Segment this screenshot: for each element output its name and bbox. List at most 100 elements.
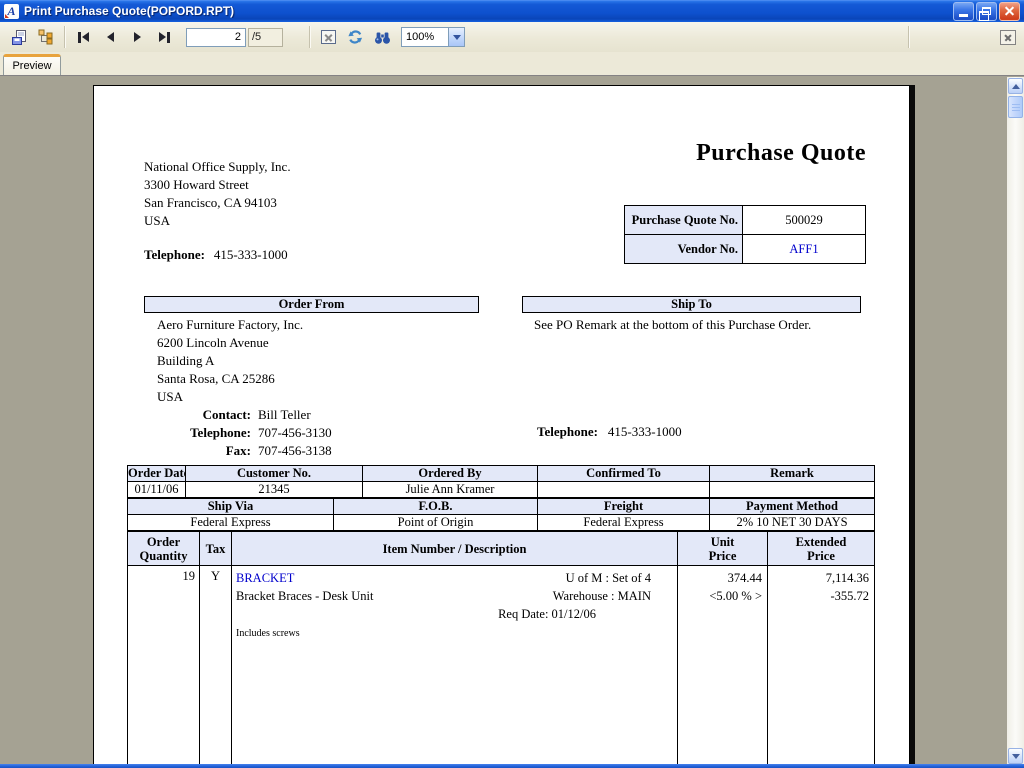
table-row: OrderQuantity Tax Item Number / Descript…: [128, 532, 875, 566]
table-row: Order Date Customer No. Ordered By Confi…: [128, 466, 875, 482]
scrollbar-thumb[interactable]: [1008, 96, 1023, 118]
company-telephone: Telephone:415-333-1000: [144, 247, 288, 263]
export-report-button[interactable]: [6, 25, 33, 49]
close-button[interactable]: [999, 2, 1020, 21]
toolbar-separator: [64, 26, 66, 48]
tab-preview[interactable]: Preview: [3, 54, 61, 75]
toolbar: /5 100%: [0, 22, 1024, 52]
fob: Point of Origin: [334, 515, 538, 531]
stop-icon: [321, 30, 336, 44]
confirmed-to: [538, 482, 710, 498]
item-tax-flag: Y: [200, 566, 232, 768]
chevron-down-icon: [453, 35, 461, 40]
close-icon: [1003, 5, 1016, 18]
scroll-down-button[interactable]: [1008, 748, 1023, 764]
item-description-cell: BRACKET U of M : Set of 4 Bracket Braces…: [232, 566, 678, 768]
order-info-table: Order Date Customer No. Ordered By Confi…: [127, 465, 875, 498]
customer-number: 21345: [186, 482, 363, 498]
first-page-button[interactable]: [70, 25, 97, 49]
item-row: 19 Y BRACKET U of M : Set of 4 Bracket B…: [128, 566, 875, 768]
item-unit-price-cell: 374.44 <5.00 % >: [678, 566, 768, 768]
next-page-button[interactable]: [124, 25, 151, 49]
arrow-down-icon: [1012, 754, 1020, 759]
nav-last-icon: [159, 32, 166, 42]
contact-phone: 707-456-3130: [258, 425, 332, 440]
previous-page-button[interactable]: [97, 25, 124, 49]
window-controls: [953, 2, 1020, 21]
export-report-icon: [11, 29, 29, 46]
item-description: Bracket Braces - Desk Unit: [236, 587, 373, 605]
items-table: OrderQuantity Tax Item Number / Descript…: [127, 531, 875, 768]
nav-prev-icon: [107, 32, 114, 42]
stop-loading-button[interactable]: [315, 25, 342, 49]
item-number: BRACKET: [236, 569, 294, 587]
group-tree-icon: [38, 29, 55, 45]
arrow-up-icon: [1012, 84, 1020, 89]
item-quantity: 19: [128, 566, 200, 768]
zoom-dropdown-button[interactable]: [448, 28, 464, 46]
page-number-input[interactable]: [186, 28, 246, 47]
window-bottom-border: [0, 764, 1024, 768]
order-from-contacts: Contact:Bill Teller Telephone:707-456-31…: [139, 406, 332, 460]
ship-to-header: Ship To: [522, 296, 861, 313]
zoom-value: 100%: [402, 31, 448, 43]
purchase-quote-number: 500029: [743, 206, 866, 235]
remark: [710, 482, 875, 498]
company-address-block: National Office Supply, Inc. 3300 Howard…: [144, 158, 291, 230]
item-comment: Includes screws: [236, 627, 677, 640]
close-preview-button[interactable]: [1000, 30, 1016, 45]
minimize-button[interactable]: [953, 2, 974, 21]
table-row: 01/11/06 21345 Julie Ann Kramer: [128, 482, 875, 498]
unit-price: 374.44: [678, 569, 762, 587]
item-uofm: U of M : Set of 4: [566, 569, 677, 587]
ordered-by: Julie Ann Kramer: [363, 482, 538, 498]
toolbar-separator: [908, 26, 910, 48]
table-row: Ship Via F.O.B. Freight Payment Method: [128, 499, 875, 515]
discount-amount: -355.72: [768, 587, 869, 605]
report-page: National Office Supply, Inc. 3300 Howard…: [93, 85, 910, 768]
company-name: National Office Supply, Inc.: [144, 158, 291, 176]
extended-price: 7,114.36: [768, 569, 869, 587]
order-from-address: Aero Furniture Factory, Inc. 6200 Lincol…: [157, 316, 303, 406]
search-icon: [374, 30, 391, 45]
group-tree-button[interactable]: [33, 25, 60, 49]
vertical-scrollbar[interactable]: [1007, 77, 1024, 768]
nav-next-icon: [134, 32, 141, 42]
app-icon: A: [4, 4, 19, 19]
payment-method: 2% 10 NET 30 DAYS: [710, 515, 875, 531]
shipping-info-table: Ship Via F.O.B. Freight Payment Method F…: [127, 498, 875, 531]
zoom-dropdown[interactable]: 100%: [401, 27, 465, 47]
quote-info-table: Purchase Quote No. 500029 Vendor No. AFF…: [624, 205, 866, 264]
table-row: Federal Express Point of Origin Federal …: [128, 515, 875, 531]
restore-icon: [982, 7, 991, 15]
window-title: Print Purchase Quote(POPORD.RPT): [24, 4, 953, 18]
contact-name: Bill Teller: [258, 407, 311, 422]
report-title: Purchase Quote: [696, 140, 866, 167]
page-total-label: /5: [248, 28, 283, 47]
table-row: Purchase Quote No. 500029: [625, 206, 866, 235]
tab-bar: Preview: [0, 52, 1024, 75]
restore-button[interactable]: [976, 2, 997, 21]
freight: Federal Express: [538, 515, 710, 531]
ship-via: Federal Express: [128, 515, 334, 531]
page-shadow: [910, 85, 915, 768]
order-from-header: Order From: [144, 296, 479, 313]
contact-fax: 707-456-3138: [258, 443, 332, 458]
window-titlebar: A Print Purchase Quote(POPORD.RPT): [0, 0, 1024, 22]
minimize-icon: [959, 14, 968, 17]
table-row: Vendor No. AFF1: [625, 235, 866, 264]
discount-percent: <5.00 % >: [678, 587, 762, 605]
nav-first-icon: [78, 32, 81, 43]
vendor-number: AFF1: [743, 235, 866, 264]
toolbar-separator: [309, 26, 311, 48]
last-page-button[interactable]: [151, 25, 178, 49]
item-warehouse: Warehouse : MAIN: [553, 587, 677, 605]
refresh-button[interactable]: [342, 25, 369, 49]
ship-to-note: See PO Remark at the bottom of this Purc…: [534, 317, 811, 333]
search-button[interactable]: [369, 25, 396, 49]
ship-to-telephone: Telephone:415-333-1000: [537, 424, 682, 440]
scroll-up-button[interactable]: [1008, 78, 1023, 94]
order-date: 01/11/06: [128, 482, 186, 498]
item-extended-price-cell: 7,114.36 -355.72: [768, 566, 875, 768]
preview-pane: National Office Supply, Inc. 3300 Howard…: [0, 75, 1024, 768]
